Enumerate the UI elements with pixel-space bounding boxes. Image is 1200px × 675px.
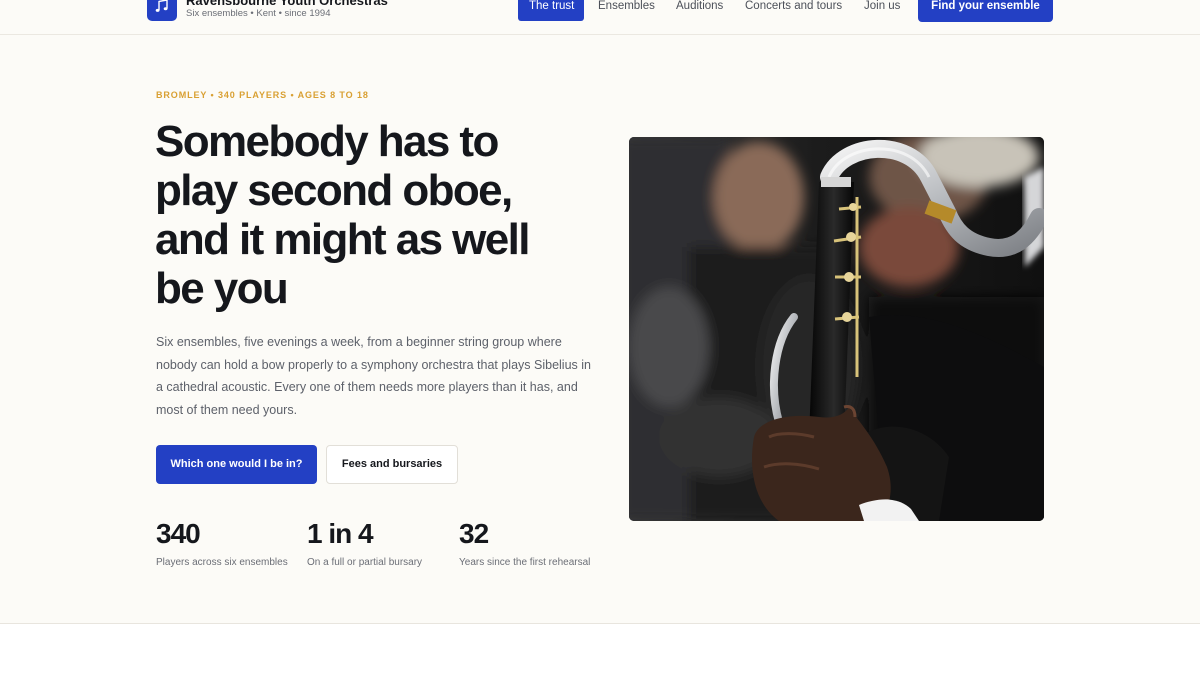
stat-label: On a full or partial bursary: [307, 557, 423, 568]
nav-item-the-trust[interactable]: The trust: [518, 0, 584, 21]
page-title: Somebody has to play second oboe, and it…: [155, 117, 530, 313]
find-ensemble-button[interactable]: Find your ensemble: [918, 0, 1053, 22]
fees-and-bursaries-button[interactable]: Fees and bursaries: [326, 445, 458, 484]
stat-label: Players across six ensembles: [156, 557, 288, 568]
stat-years: 32 Years since the first rehearsal: [459, 517, 590, 568]
stat-value: 340: [156, 518, 201, 549]
stat-players: 340 Players across six ensembles: [156, 517, 288, 568]
nav-item-ensembles[interactable]: Ensembles: [598, 0, 655, 21]
which-ensemble-button[interactable]: Which one would I be in?: [156, 445, 317, 484]
stat-value: 1 in 4: [307, 518, 374, 549]
stat-value: 32: [459, 518, 489, 549]
nav-item-auditions[interactable]: Auditions: [676, 0, 723, 21]
stat-label: Years since the first rehearsal: [459, 557, 591, 568]
brand-tagline: Six ensembles • Kent • since 1994: [186, 8, 331, 19]
hero-eyebrow: BROMLEY • 340 PLAYERS • AGES 8 TO 18: [156, 90, 369, 100]
nav-item-concerts-and-tours[interactable]: Concerts and tours: [745, 0, 842, 21]
bass-clarinet-player-photo: [629, 137, 1044, 521]
brand-name[interactable]: Ravensbourne Youth Orchestras: [186, 0, 388, 8]
music-note-icon[interactable]: [147, 0, 177, 21]
hero-description: Six ensembles, five evenings a week, fro…: [156, 335, 591, 417]
stat-bursary: 1 in 4 On a full or partial bursary: [307, 517, 422, 568]
nav-item-join-us[interactable]: Join us: [864, 0, 900, 21]
site-header: Ravensbourne Youth Orchestras Six ensemb…: [0, 0, 1200, 35]
hero-section: BROMLEY • 340 PLAYERS • AGES 8 TO 18 Som…: [0, 35, 1200, 624]
